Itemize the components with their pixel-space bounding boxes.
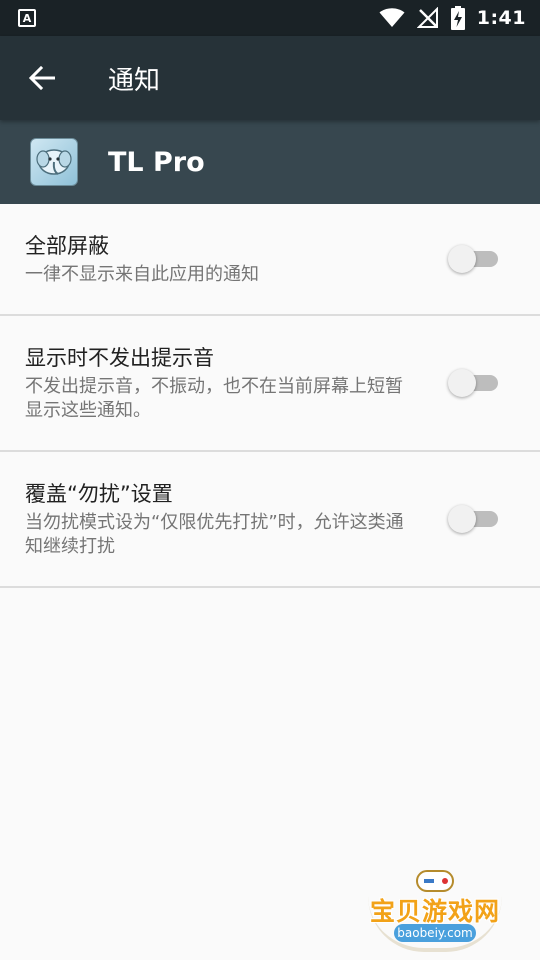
- app-name: TL Pro: [108, 146, 205, 178]
- notification-app-icon: A: [18, 9, 36, 27]
- battery-charging-icon: [450, 6, 465, 30]
- setting-override-dnd[interactable]: 覆盖“勿扰”设置 当勿扰模式设为“仅限优先打扰”时，允许这类通知继续打扰: [0, 452, 540, 588]
- app-bar: 通知: [0, 36, 540, 120]
- setting-block-all[interactable]: 全部屏蔽 一律不显示来自此应用的通知: [0, 204, 540, 316]
- settings-list: 全部屏蔽 一律不显示来自此应用的通知 显示时不发出提示音 不发出提示音，不振动，…: [0, 204, 540, 588]
- status-bar: A 1:41: [0, 0, 540, 36]
- setting-title: 显示时不发出提示音: [25, 346, 214, 370]
- app-header: TL Pro: [0, 120, 540, 204]
- setting-summary: 一律不显示来自此应用的通知: [25, 264, 259, 285]
- status-time: 1:41: [476, 7, 526, 29]
- setting-silent[interactable]: 显示时不发出提示音 不发出提示音，不振动，也不在当前屏幕上短暂显示这些通知。: [0, 316, 540, 452]
- arrow-left-icon: [29, 66, 55, 90]
- wifi-icon: [379, 8, 405, 27]
- watermark-domain: baobeiy.com: [394, 924, 476, 942]
- back-button[interactable]: [0, 36, 84, 120]
- setting-title: 覆盖“勿扰”设置: [25, 482, 173, 506]
- watermark: 宝贝游戏网 baobeiy.com: [360, 868, 510, 954]
- block-all-toggle[interactable]: [448, 245, 500, 273]
- elephant-icon: [36, 149, 72, 175]
- override-dnd-toggle[interactable]: [448, 505, 500, 533]
- app-icon: [30, 138, 78, 186]
- gamepad-icon: [416, 870, 454, 892]
- silent-toggle[interactable]: [448, 369, 500, 397]
- toggle-thumb: [448, 245, 476, 273]
- setting-title: 全部屏蔽: [25, 234, 109, 258]
- page-title: 通知: [108, 65, 161, 96]
- watermark-brand: 宝贝游戏网: [369, 897, 500, 926]
- toggle-thumb: [448, 505, 476, 533]
- setting-summary: 当勿扰模式设为“仅限优先打扰”时，允许这类通知继续打扰: [25, 512, 404, 557]
- toggle-thumb: [448, 369, 476, 397]
- setting-summary: 不发出提示音，不振动，也不在当前屏幕上短暂显示这些通知。: [25, 376, 403, 421]
- no-signal-icon: [416, 7, 438, 28]
